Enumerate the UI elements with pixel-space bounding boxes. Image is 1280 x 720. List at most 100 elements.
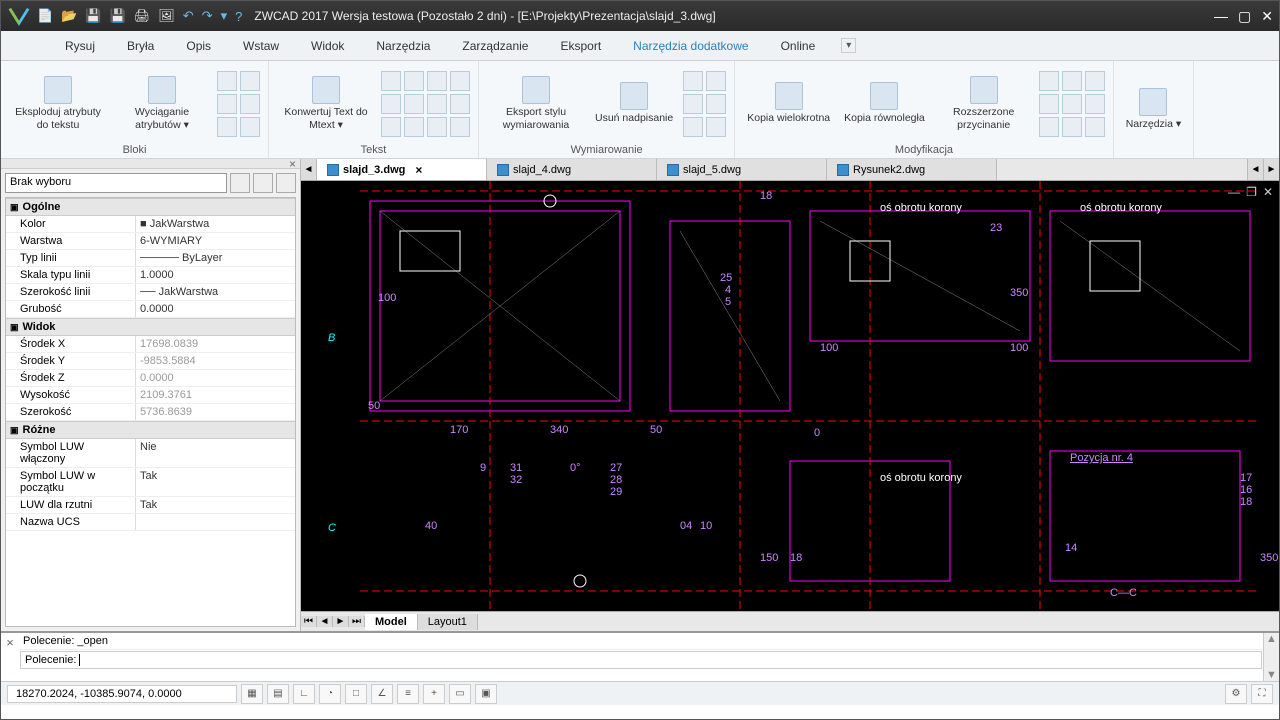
ribbon-btn-narzędzia-[interactable]: Narzędzia ▾ [1122,86,1185,133]
prop-row[interactable]: Warstwa6-WYMIARY [6,233,295,250]
prop-value[interactable]: 2109.3761 [136,387,295,403]
prop-value[interactable]: 6-WYMIARY [136,233,295,249]
tabs-prev-icon[interactable]: ◄ [301,159,317,180]
ribbon-btn-eksport-stylu-wymiarowan[interactable]: Eksport stylu wymiarowania [487,74,585,133]
prop-row[interactable]: Kolor■ JakWarstwa [6,216,295,233]
menu-widok[interactable]: Widok [305,35,350,57]
ribbon-small-icon[interactable] [450,94,470,114]
prop-row[interactable]: Nazwa UCS [6,514,295,531]
command-input[interactable]: Polecenie: [20,651,1262,669]
otrack-button[interactable]: ∠ [371,684,393,704]
qat-save-icon[interactable]: 💾 [85,8,101,24]
ribbon-btn-eksploduj-atrybuty-do-te[interactable]: Eksploduj atrybuty do tekstu [9,74,107,133]
lwt-button[interactable]: ≡ [397,684,419,704]
ribbon-small-icon[interactable] [1039,94,1059,114]
doc-tab-close-icon[interactable]: × [415,163,422,177]
ribbon-small-icon[interactable] [1039,117,1059,137]
drawing-canvas[interactable]: — ❐ ✕ [301,181,1279,611]
settings-icon[interactable]: ⚙ [1225,684,1247,704]
ribbon-small-icon[interactable] [404,117,424,137]
menu-overflow-icon[interactable]: ▾ [841,38,856,53]
ribbon-small-icon[interactable] [427,94,447,114]
selection-dropdown[interactable]: Brak wyboru [5,173,227,193]
ribbon-btn-usuń-nadpisanie[interactable]: Usuń nadpisanie [591,80,677,127]
layout-tab-layout1[interactable]: Layout1 [418,614,478,630]
ribbon-btn-wyciąganie-atrybutów-[interactable]: Wyciąganie atrybutów ▾ [113,74,211,133]
qat-help-icon[interactable]: ? [235,9,242,24]
prop-value[interactable] [136,514,295,530]
menu-eksport[interactable]: Eksport [554,35,607,57]
menu-opis[interactable]: Opis [180,35,217,57]
doc-tab-slajd_4-dwg[interactable]: slajd_4.dwg [487,159,657,180]
ribbon-btn-rozszerzone-przycinanie[interactable]: Rozszerzone przycinanie [935,74,1033,133]
menu-narzędzia-dodatkowe[interactable]: Narzędzia dodatkowe [627,35,754,57]
layout-first-icon[interactable]: ⏮ [301,616,317,627]
ribbon-small-icon[interactable] [1085,71,1105,91]
layout-tab-model[interactable]: Model [365,614,418,630]
cycle-button[interactable]: ▭ [449,684,471,704]
ribbon-small-icon[interactable] [381,117,401,137]
ribbon-small-icon[interactable] [683,71,703,91]
polar-button[interactable]: ◔ [319,684,341,704]
prop-row[interactable]: Środek Z0.0000 [6,370,295,387]
ribbon-small-icon[interactable] [381,71,401,91]
layout-prev-icon[interactable]: ◄ [317,616,333,627]
maximize-button[interactable]: ▢ [1238,8,1251,25]
ribbon-small-icon[interactable] [427,117,447,137]
ribbon-small-icon[interactable] [683,94,703,114]
prop-value[interactable]: 1.0000 [136,267,295,283]
ribbon-small-icon[interactable] [427,71,447,91]
prop-section-widok[interactable]: ▣ Widok [6,318,295,336]
prop-tool-3[interactable] [276,173,296,193]
qat-redo-icon[interactable]: ↷ [202,8,213,24]
ribbon-small-icon[interactable] [404,94,424,114]
prop-value[interactable]: ■ JakWarstwa [136,216,295,232]
prop-row[interactable]: Środek Y-9853.5884 [6,353,295,370]
ribbon-small-icon[interactable] [217,117,237,137]
menu-online[interactable]: Online [775,35,822,57]
ribbon-small-icon[interactable] [381,94,401,114]
properties-close-icon[interactable]: × [289,157,296,171]
ribbon-small-icon[interactable] [240,71,260,91]
ribbon-btn-kopia-równoległa[interactable]: Kopia równoległa [840,80,929,127]
prop-row[interactable]: Symbol LUW w początkuTak [6,468,295,497]
ribbon-small-icon[interactable] [450,117,470,137]
menu-zarządzanie[interactable]: Zarządzanie [456,35,534,57]
prop-tool-1[interactable] [230,173,250,193]
prop-tool-2[interactable] [253,173,273,193]
prop-section-różne[interactable]: ▣ Różne [6,421,295,439]
prop-row[interactable]: Skala typu linii1.0000 [6,267,295,284]
ribbon-small-icon[interactable] [706,94,726,114]
coordinates-display[interactable]: 18270.2024, -10385.9074, 0.0000 [7,685,237,703]
prop-value[interactable]: Tak [136,468,295,496]
prop-row[interactable]: Symbol LUW włączonyNie [6,439,295,468]
dyn-button[interactable]: + [423,684,445,704]
ribbon-small-icon[interactable] [1062,117,1082,137]
prop-row[interactable]: Grubość0.0000 [6,301,295,318]
fullscreen-icon[interactable]: ⛶ [1251,684,1273,704]
ribbon-small-icon[interactable] [240,94,260,114]
minimize-button[interactable]: — [1214,8,1228,25]
command-scrollbar[interactable]: ▲▼ [1263,633,1279,681]
layout-last-icon[interactable]: ⏭ [349,616,365,627]
ribbon-small-icon[interactable] [217,71,237,91]
ribbon-small-icon[interactable] [1085,94,1105,114]
osnap-button[interactable]: □ [345,684,367,704]
prop-section-ogólne[interactable]: ▣ Ogólne [6,198,295,216]
ribbon-btn-konwertuj-text-do-mtext-[interactable]: Konwertuj Text do Mtext ▾ [277,74,375,133]
qat-saveas-icon[interactable]: 💾 [110,8,126,24]
prop-value[interactable]: 0.0000 [136,370,295,386]
ribbon-small-icon[interactable] [706,117,726,137]
prop-value[interactable]: Nie [136,439,295,467]
menu-bryła[interactable]: Bryła [121,35,160,57]
menu-rysuj[interactable]: Rysuj [59,35,101,57]
layout-next-icon[interactable]: ► [333,616,349,627]
prop-row[interactable]: Wysokość2109.3761 [6,387,295,404]
prop-row[interactable]: Szerokość linii── JakWarstwa [6,284,295,301]
viewport-close-icon[interactable]: ✕ [1263,185,1273,199]
ribbon-small-icon[interactable] [1062,94,1082,114]
model-button[interactable]: ▣ [475,684,497,704]
qat-print-icon[interactable]: 🖨 [134,8,151,24]
menu-wstaw[interactable]: Wstaw [237,35,285,57]
prop-value[interactable]: ───── ByLayer [136,250,295,266]
